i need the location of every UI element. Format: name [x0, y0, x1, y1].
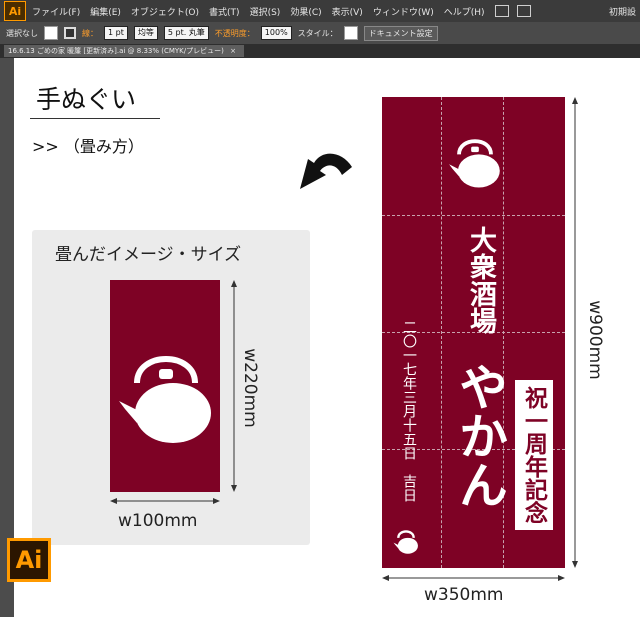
subtitle: >> （畳み方） [32, 137, 144, 156]
pasteboard [0, 58, 14, 617]
title-underline [30, 118, 160, 119]
towel-shop-name: やかん [451, 362, 509, 509]
menu-window[interactable]: ウィンドウ(W) [373, 5, 434, 18]
menu-file[interactable]: ファイル(F) [32, 5, 80, 18]
menu-effect[interactable]: 効果(C) [290, 5, 321, 18]
bridge-icon[interactable] [494, 5, 509, 17]
stroke-weight-field[interactable]: 1 pt [104, 26, 128, 40]
menu-bar: Ai ファイル(F) 編集(E) オブジェクト(O) 書式(T) 選択(S) 効… [0, 0, 640, 22]
width-dimension-line [110, 498, 220, 504]
curved-arrow-icon [300, 153, 352, 189]
menu-edit[interactable]: 編集(E) [90, 5, 121, 18]
app-logo[interactable]: Ai [4, 1, 26, 21]
stroke-label[interactable]: 線： [82, 28, 98, 39]
variable-width-profile[interactable]: 均等 [133, 26, 158, 40]
opacity-field[interactable]: 100% [260, 26, 292, 40]
opacity-label[interactable]: 不透明度： [215, 28, 255, 39]
document-tab-bar: 16.6.13 ごめの家 暖簾 [更新済み].ai @ 8.33% (CMYK/… [0, 44, 640, 58]
brush-definition[interactable]: 5 pt. 丸筆 [163, 26, 209, 40]
menu-object[interactable]: オブジェクト(O) [131, 5, 199, 18]
arrange-documents-icon[interactable] [516, 5, 531, 17]
fold-guide [382, 215, 565, 216]
close-tab-icon[interactable]: × [230, 47, 236, 55]
style-swatch[interactable] [343, 26, 358, 40]
folded-width-label: w100mm [118, 511, 198, 531]
menu-type[interactable]: 書式(T) [209, 5, 240, 18]
towel-width-label: w350mm [424, 585, 504, 605]
style-label: スタイル： [297, 28, 338, 38]
folded-label: 畳んだイメージ・サイズ [55, 245, 242, 265]
document-tab-label: 16.6.13 ごめの家 暖簾 [更新済み].ai @ 8.33% (CMYK/… [8, 47, 224, 55]
workspace-switcher[interactable]: 初期設 [609, 5, 636, 18]
towel-height-dimension-line [572, 97, 578, 568]
towel-height-label: w900mm [585, 300, 605, 380]
illustrator-logo: Ai [7, 538, 51, 582]
kettle-icon [449, 139, 500, 188]
kettle-icon [393, 530, 418, 554]
document-setup-button[interactable]: ドキュメント設定 [363, 25, 438, 41]
height-dimension-line [231, 280, 237, 492]
fill-swatch[interactable] [44, 26, 58, 40]
menu-view[interactable]: 表示(V) [332, 5, 363, 18]
stroke-swatch[interactable] [64, 27, 76, 39]
page-title: 手ぬぐい [36, 85, 137, 114]
menu-select[interactable]: 選択(S) [250, 5, 281, 18]
towel-heading: 大衆酒場 [465, 226, 496, 334]
menu-help[interactable]: ヘルプ(H) [444, 5, 485, 18]
folded-height-label: w220mm [240, 348, 260, 428]
kettle-icon [119, 356, 211, 443]
towel-width-dimension-line [382, 575, 565, 581]
anniversary-badge-text: 祝一周年記念 [520, 386, 548, 524]
anniversary-badge: 祝一周年記念 [515, 380, 553, 530]
control-bar: 選択なし 線： 1 pt 均等 5 pt. 丸筆 不透明度： 100% スタイル… [0, 22, 640, 44]
towel-date: 二〇一七年三月十五日 吉日 [401, 320, 417, 502]
selection-status: 選択なし [6, 28, 38, 38]
document-tab[interactable]: 16.6.13 ごめの家 暖簾 [更新済み].ai @ 8.33% (CMYK/… [4, 45, 244, 57]
